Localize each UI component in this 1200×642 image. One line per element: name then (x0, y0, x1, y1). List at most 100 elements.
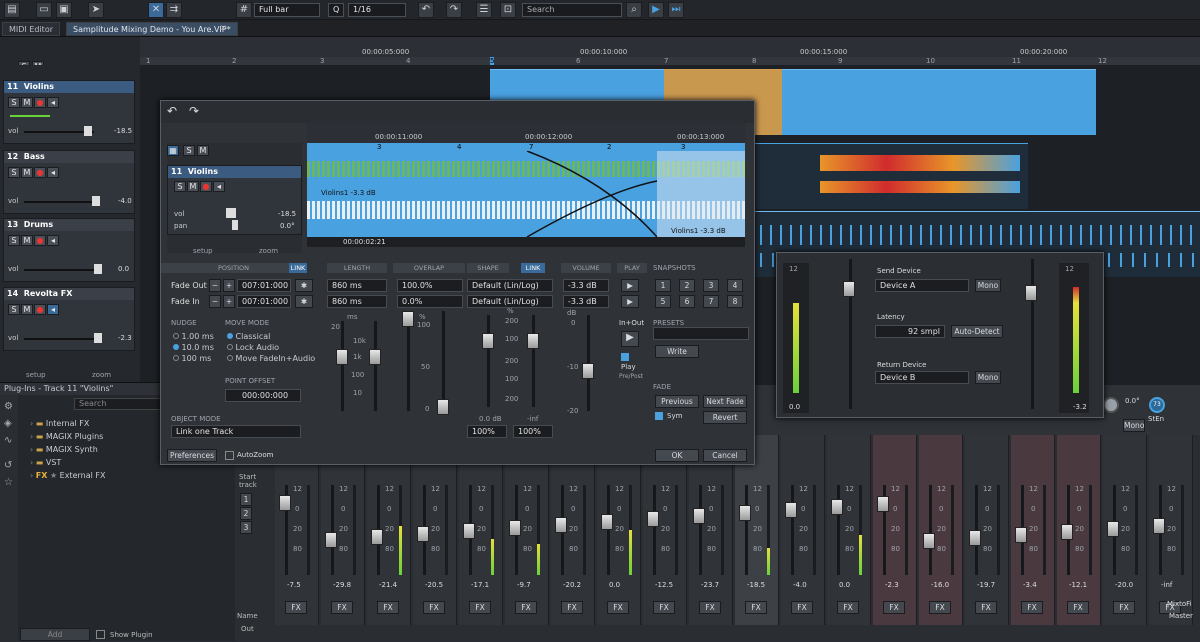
fx-button[interactable]: FX (883, 601, 905, 614)
fx-button[interactable]: FX (975, 601, 997, 614)
play-icon[interactable]: ▶ (648, 2, 664, 18)
dialog-scrollbar[interactable]: 00:00:02:21 (307, 237, 745, 247)
save-icon[interactable]: ▣ (56, 2, 72, 18)
fade-out-minus[interactable]: − (209, 279, 221, 292)
pointer-tool-icon[interactable]: ➤ (88, 2, 104, 18)
channel-fader[interactable] (463, 523, 475, 539)
fx-button[interactable]: FX (331, 601, 353, 614)
channel-fader[interactable] (969, 530, 981, 546)
monitor-icon[interactable]: ◂ (47, 304, 59, 315)
vol-slider[interactable] (24, 338, 94, 340)
next-fade-button[interactable]: Next Fade (703, 395, 747, 408)
play-checkbox[interactable] (621, 353, 629, 361)
snapshot-5[interactable]: 5 (655, 295, 671, 308)
tree-item[interactable]: › ▬ MAGIX Plugins (30, 430, 105, 443)
open-folder-icon[interactable]: ▭ (36, 2, 52, 18)
fx-button[interactable]: FX (285, 601, 307, 614)
timeline-ruler[interactable]: 00:00:05:000 00:00:10:000 00:00:15:000 0… (140, 37, 1200, 65)
write-preset-button[interactable]: Write (655, 345, 699, 358)
presets-select[interactable] (653, 327, 749, 340)
fader-track[interactable] (791, 485, 794, 575)
snapshot-7[interactable]: 7 (703, 295, 719, 308)
send-device-select[interactable]: Device A (875, 279, 969, 292)
undo-icon[interactable]: ↶ (418, 2, 434, 18)
loop-range[interactable] (307, 143, 745, 151)
track-header[interactable]: 13 Drums S M ● ◂ vol 0.0 (3, 218, 135, 282)
fx-button[interactable]: FX (745, 601, 767, 614)
channel-fader[interactable] (417, 526, 429, 542)
fade-in-minus[interactable]: − (209, 295, 221, 308)
show-plugin-checkbox[interactable] (96, 630, 105, 639)
fade-out-shape-track[interactable] (487, 315, 490, 407)
close-tab-icon[interactable]: × (220, 23, 227, 32)
fx-button[interactable]: FX (423, 601, 445, 614)
solo-button[interactable]: S (174, 181, 186, 192)
vol-slider[interactable] (24, 269, 94, 271)
snap-icon[interactable]: ⇉ (166, 2, 182, 18)
fx-button[interactable]: FX (837, 601, 859, 614)
fade-in-length-slider[interactable] (369, 349, 381, 365)
mute-all-button[interactable]: M (197, 145, 209, 156)
snapshot-8[interactable]: 8 (727, 295, 743, 308)
grid-select[interactable]: 1/16 (348, 3, 406, 17)
fx-button[interactable]: FX (653, 601, 675, 614)
channel-fader[interactable] (831, 499, 843, 515)
fader-track[interactable] (929, 485, 932, 575)
fade-in-position[interactable]: 007:01:000 (237, 295, 291, 308)
channel-fader[interactable] (325, 532, 337, 548)
vol-handle[interactable] (226, 208, 236, 218)
record-button[interactable]: ● (200, 181, 212, 192)
return-fader-track[interactable] (1031, 259, 1034, 409)
snapshot-1[interactable]: 1 (655, 279, 671, 292)
snapshot-4[interactable]: 4 (727, 279, 743, 292)
tab-project[interactable]: Samplitude Mixing Demo - You Are.VIP* (66, 22, 238, 36)
solo-button[interactable]: S (8, 304, 20, 315)
track-header[interactable]: 12 Bass S M ● ◂ vol -4.0 (3, 150, 135, 214)
fade-out-position[interactable]: 007:01:000 (237, 279, 291, 292)
fade-out-snap[interactable]: ✱ (295, 279, 313, 292)
fade-out-volume[interactable]: -3.3 dB (563, 279, 609, 292)
channel-fader[interactable] (923, 533, 935, 549)
envelope-icon[interactable]: ∿ (4, 435, 14, 446)
channel-fader[interactable] (739, 505, 751, 521)
move-option[interactable]: Lock Audio (227, 342, 315, 353)
fade-in-overlap[interactable]: 0.0% (397, 295, 463, 308)
mono-button[interactable]: Mono (1123, 419, 1145, 432)
fader-track[interactable] (745, 485, 748, 575)
tree-item[interactable]: › ▬ MAGIX Synth (30, 443, 105, 456)
move-option[interactable]: Move FadeIn+Audio (227, 353, 315, 364)
tree-item[interactable]: › FX ★ External FX (30, 469, 105, 482)
mute-button[interactable]: M (21, 304, 33, 315)
pan-knob[interactable] (1103, 397, 1119, 413)
return-mono-button[interactable]: Mono (975, 371, 1001, 384)
fx-button[interactable]: FX (377, 601, 399, 614)
fade-out-overlap-slider[interactable] (402, 311, 414, 327)
fade-out-shape-select[interactable]: Default (Lin/Log) (467, 279, 553, 292)
track-header[interactable]: 11 Violins S M ● ◂ vol -18.5 pan 0.0° (167, 165, 302, 235)
return-device-select[interactable]: Device B (875, 371, 969, 384)
play-fade-out-button[interactable]: ▶ (621, 279, 639, 292)
start-track-3[interactable]: 3 (240, 521, 252, 534)
monitor-icon[interactable]: ◂ (213, 181, 225, 192)
play-in-out-button[interactable]: ▶ (621, 331, 639, 347)
file-icon[interactable]: ▤ (4, 2, 20, 18)
fader-track[interactable] (607, 485, 610, 575)
preferences-button[interactable]: Preferences (167, 449, 217, 462)
fade-in-shape-track[interactable] (532, 315, 535, 407)
monitor-icon[interactable]: ◂ (47, 235, 59, 246)
solo-button[interactable]: S (8, 235, 20, 246)
fx-button[interactable]: FX (1021, 601, 1043, 614)
vol-handle[interactable] (94, 264, 102, 274)
return-fader[interactable] (1025, 285, 1037, 301)
vol-handle[interactable] (94, 333, 102, 343)
previous-fade-button[interactable]: Previous (655, 395, 699, 408)
autozoom-checkbox[interactable] (225, 451, 234, 460)
channel-fader[interactable] (1107, 521, 1119, 537)
send-mono-button[interactable]: Mono (975, 279, 1001, 292)
vol-handle[interactable] (92, 196, 100, 206)
solo-all-button[interactable]: S (183, 145, 195, 156)
channel-fader[interactable] (647, 511, 659, 527)
fx-button[interactable]: FX (607, 601, 629, 614)
track-header[interactable]: 11 Violins S M ● ◂ vol -18.5 (3, 80, 135, 144)
fade-in-overlap-slider[interactable] (437, 399, 449, 415)
